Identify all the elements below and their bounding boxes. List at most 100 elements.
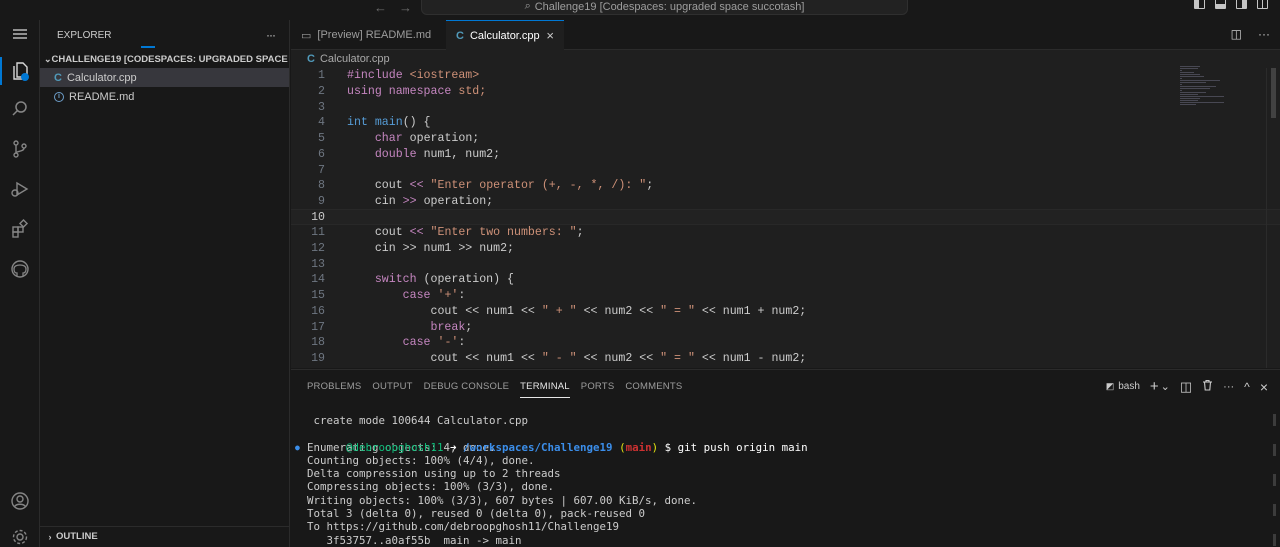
cpp-file-icon: C bbox=[54, 71, 62, 84]
breadcrumb-file[interactable]: Calculator.cpp bbox=[320, 53, 390, 65]
code-line: 18 case '-': bbox=[291, 335, 1280, 351]
terminal-line: Compressing objects: 100% (3/3), done. bbox=[307, 480, 555, 494]
explorer-header: EXPLORER ··· bbox=[40, 20, 289, 50]
run-debug-icon[interactable] bbox=[0, 172, 40, 206]
terminal-line: Delta compression using up to 2 threads bbox=[307, 467, 561, 481]
terminal-shell-selector[interactable]: ◩ bash bbox=[1106, 381, 1140, 392]
editor-scroll-thumb[interactable] bbox=[1271, 68, 1276, 118]
code-line: 16 cout << num1 << " + " << num2 << " = … bbox=[291, 304, 1280, 320]
prompt-arrow: ➜ bbox=[443, 440, 464, 454]
code-token: << num1 << bbox=[458, 351, 542, 365]
current-code-line: 10 bbox=[291, 209, 1280, 225]
line-number: 5 bbox=[318, 132, 325, 146]
line-number: 2 bbox=[318, 85, 325, 99]
terminal-output[interactable]: create mode 100644 Calculator.cpp ● @debr… bbox=[295, 414, 808, 547]
panel-more-actions-icon[interactable]: ··· bbox=[1223, 381, 1234, 393]
close-tab-icon[interactable]: × bbox=[546, 28, 554, 43]
code-token: << num1 - num2; bbox=[694, 351, 807, 365]
tab-calculator-cpp[interactable]: C Calculator.cpp × bbox=[446, 20, 564, 50]
command-center-search[interactable]: ⌕ Challenge19 [Codespaces: upgraded spac… bbox=[421, 0, 908, 15]
line-number: 13 bbox=[311, 257, 325, 271]
title-bar: ← → ⌕ Challenge19 [Codespaces: upgraded … bbox=[0, 0, 1280, 20]
prompt-branch-close: ) bbox=[651, 440, 665, 454]
toggle-secondary-sidebar-icon[interactable] bbox=[1236, 0, 1247, 9]
chevron-down-icon[interactable]: ⌄ bbox=[1161, 380, 1170, 393]
explorer-more-actions-icon[interactable]: ··· bbox=[266, 28, 276, 42]
editor-tab-bar: ▭ [Preview] README.md C Calculator.cpp ×… bbox=[291, 20, 1280, 50]
file-name: README.md bbox=[69, 90, 135, 103]
code-line: 17 break; bbox=[291, 319, 1280, 335]
line-number: 16 bbox=[311, 304, 325, 318]
code-line: 7 bbox=[291, 162, 1280, 178]
code-token: : bbox=[458, 289, 466, 303]
code-token: ; bbox=[465, 320, 473, 334]
toggle-primary-sidebar-icon[interactable] bbox=[1194, 0, 1205, 9]
code-line: 14 switch (operation) { bbox=[291, 272, 1280, 288]
activity-bar bbox=[0, 20, 40, 547]
new-terminal-icon[interactable]: + bbox=[1150, 378, 1159, 395]
line-number: 14 bbox=[311, 273, 325, 287]
terminal-scroll-markers bbox=[1273, 414, 1276, 546]
back-arrow-icon[interactable]: ← bbox=[374, 0, 387, 15]
code-token: cout bbox=[374, 179, 403, 193]
code-token: >> num1 >> num2; bbox=[395, 242, 514, 256]
extensions-icon[interactable] bbox=[0, 212, 40, 246]
command-status-dot: ● bbox=[295, 442, 300, 452]
tab-terminal[interactable]: TERMINAL bbox=[520, 370, 581, 402]
line-number: 15 bbox=[311, 289, 325, 303]
code-token: char bbox=[374, 132, 403, 146]
github-icon[interactable] bbox=[0, 252, 40, 286]
cpp-file-icon: C bbox=[456, 29, 464, 42]
code-line: 4 int main() { bbox=[291, 115, 1280, 131]
search-icon: ⌕ bbox=[524, 0, 531, 12]
settings-gear-icon[interactable] bbox=[0, 520, 40, 547]
file-item-calculator[interactable]: C Calculator.cpp bbox=[40, 68, 289, 87]
line-number: 19 bbox=[311, 351, 325, 365]
file-item-readme[interactable]: i README.md bbox=[40, 87, 289, 106]
code-token: << num2 << bbox=[576, 351, 661, 365]
terminal-line: create mode 100644 Calculator.cpp bbox=[307, 414, 529, 427]
maximize-panel-icon[interactable]: ^ bbox=[1244, 380, 1250, 394]
toggle-panel-icon[interactable] bbox=[1215, 0, 1226, 9]
code-token: cin bbox=[374, 194, 396, 208]
tab-debug-console[interactable]: DEBUG CONSOLE bbox=[424, 370, 520, 402]
kill-terminal-icon[interactable] bbox=[1202, 379, 1213, 394]
code-token: << bbox=[402, 226, 431, 240]
close-panel-icon[interactable]: × bbox=[1260, 379, 1268, 395]
outline-section-header[interactable]: › OUTLINE bbox=[40, 526, 290, 546]
account-icon[interactable] bbox=[0, 484, 40, 518]
split-terminal-icon[interactable]: ◫ bbox=[1180, 379, 1192, 395]
code-token: " = " bbox=[660, 351, 695, 365]
tab-problems[interactable]: PROBLEMS bbox=[307, 370, 372, 402]
tab-readme-preview[interactable]: ▭ [Preview] README.md bbox=[291, 20, 445, 50]
code-token: "Enter operator (+, -, *, /): " bbox=[430, 179, 647, 193]
split-editor-icon[interactable]: ◫ bbox=[1231, 27, 1242, 41]
code-token: cin bbox=[374, 242, 396, 256]
explorer-progress-bar bbox=[141, 46, 155, 48]
terminal-prompt-line: ● @debroopghosh11 ➜ /workspaces/Challenge… bbox=[295, 427, 808, 454]
forward-arrow-icon[interactable]: → bbox=[399, 0, 412, 15]
info-file-icon: i bbox=[54, 91, 64, 102]
code-token: >> bbox=[395, 194, 424, 208]
code-token: double bbox=[374, 147, 417, 161]
code-token: ; bbox=[576, 226, 584, 240]
code-token: <iostream> bbox=[409, 69, 480, 83]
source-control-icon[interactable] bbox=[0, 132, 40, 166]
menu-icon[interactable] bbox=[0, 17, 40, 51]
tab-ports[interactable]: PORTS bbox=[581, 370, 626, 402]
editor-more-actions-icon[interactable]: ··· bbox=[1258, 27, 1270, 41]
explorer-icon[interactable] bbox=[0, 54, 40, 88]
search-icon[interactable] bbox=[0, 92, 40, 126]
code-token: << num2 << bbox=[576, 304, 661, 318]
code-line: 12 cin >> num1 >> num2; bbox=[291, 241, 1280, 257]
code-editor[interactable]: C Calculator.cpp 1 #include <iostream> 2… bbox=[291, 50, 1280, 368]
customize-layout-icon[interactable] bbox=[1257, 0, 1268, 9]
terminal-line: Writing objects: 100% (3/3), 607 bytes |… bbox=[307, 493, 698, 507]
workspace-folder-header[interactable]: ⌄ CHALLENGE19 [CODESPACES: UPGRADED SPAC… bbox=[40, 50, 289, 68]
tab-comments[interactable]: COMMENTS bbox=[625, 370, 693, 402]
tab-output[interactable]: OUTPUT bbox=[372, 370, 423, 402]
minimap[interactable] bbox=[1180, 66, 1240, 116]
code-token: '-' bbox=[437, 336, 459, 350]
code-line: 5 char operation; bbox=[291, 131, 1280, 147]
editor-actions: ◫ ··· bbox=[1231, 27, 1270, 41]
